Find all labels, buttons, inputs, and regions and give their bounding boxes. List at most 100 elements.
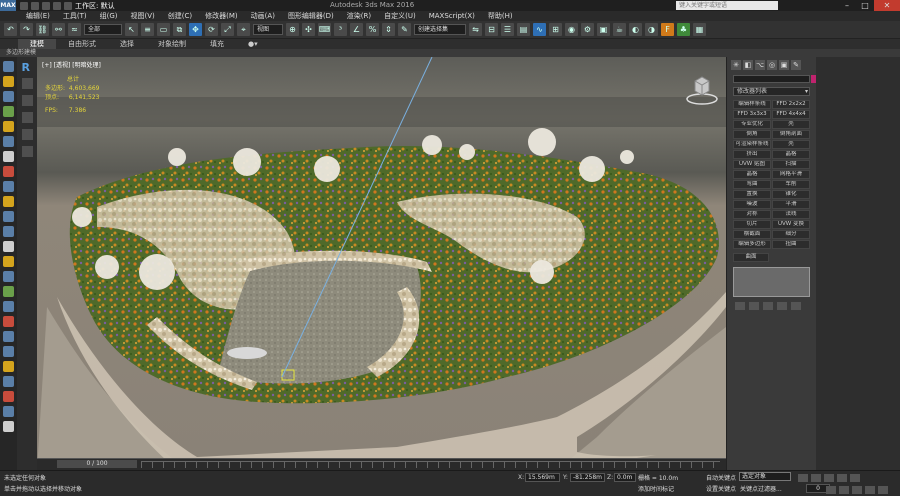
target-icon[interactable]: [3, 166, 14, 177]
airplane-icon[interactable]: [3, 181, 14, 192]
tab-freeform[interactable]: 自由形式: [56, 39, 108, 49]
light-icon[interactable]: [3, 76, 14, 87]
share-icon[interactable]: [3, 346, 14, 357]
modifier-button[interactable]: 对称: [733, 210, 771, 219]
orbit-icon[interactable]: [865, 486, 875, 494]
minimize-button[interactable]: –: [838, 0, 856, 11]
select-and-place-icon[interactable]: ⌖: [237, 23, 250, 36]
play-icon[interactable]: [824, 474, 834, 482]
tab-populate[interactable]: 填充: [198, 39, 236, 49]
create-tab-icon[interactable]: ✳: [731, 60, 741, 70]
render-logo-icon[interactable]: R: [22, 61, 33, 74]
go-to-start-icon[interactable]: [798, 474, 808, 482]
schematic-view-icon[interactable]: ⊞: [549, 23, 562, 36]
hierarchy-tab-icon[interactable]: ⌥: [755, 60, 765, 70]
heart-icon[interactable]: [3, 331, 14, 342]
pivot-center-icon[interactable]: ⊕: [286, 23, 299, 36]
reference-coordinate-dropdown[interactable]: 视图: [253, 24, 283, 35]
modifier-button[interactable]: 曲面: [733, 253, 769, 262]
bulb-icon[interactable]: [3, 121, 14, 132]
wave-icon[interactable]: [3, 301, 14, 312]
modifier-button[interactable]: 晶格: [733, 170, 771, 179]
modifier-button[interactable]: 锥化: [772, 190, 810, 199]
scene-explorer-icon[interactable]: [21, 78, 33, 89]
select-by-name-icon[interactable]: ≡: [141, 23, 154, 36]
ribbon-options-button[interactable]: ●▾: [236, 40, 270, 48]
selection-sets-dropdown[interactable]: 选定对象: [739, 472, 791, 481]
modifier-stack[interactable]: [733, 267, 810, 297]
keyboard-shortcut-icon[interactable]: ⌨: [318, 23, 331, 36]
modifier-button[interactable]: 横截面: [733, 230, 771, 239]
pin-stack-icon[interactable]: [735, 302, 745, 310]
redo-icon[interactable]: ↷: [20, 23, 33, 36]
menu-modifiers[interactable]: 修改器(M): [205, 11, 238, 21]
menu-create[interactable]: 创建(C): [168, 11, 192, 21]
modifier-button[interactable]: 扫描: [772, 160, 810, 169]
rectangular-selection-icon[interactable]: ▭: [157, 23, 170, 36]
modifier-button[interactable]: UVW 变换: [772, 220, 810, 229]
render-iterative-icon[interactable]: ◐: [629, 23, 642, 36]
spinner-snap-icon[interactable]: ⇕: [382, 23, 395, 36]
modifier-button[interactable]: 倒角: [733, 130, 771, 139]
sphere-icon[interactable]: [3, 226, 14, 237]
zoom-icon[interactable]: [826, 486, 836, 494]
selection-filter-dropdown[interactable]: 全部: [84, 24, 122, 35]
monitor-icon[interactable]: [3, 151, 14, 162]
modifier-button[interactable]: 挤出: [733, 150, 771, 159]
set-key-button[interactable]: 设置关键点: [706, 484, 736, 493]
railclone-icon[interactable]: ♣: [677, 23, 690, 36]
modifier-button[interactable]: 扭曲: [772, 240, 810, 249]
tab-object-paint[interactable]: 对象绘制: [146, 39, 198, 49]
modify-tab-icon[interactable]: ◧: [743, 60, 753, 70]
modifier-button[interactable]: 切片: [733, 220, 771, 229]
modifier-button[interactable]: 壳: [772, 120, 810, 129]
redo-icon[interactable]: [64, 1, 72, 10]
star-icon[interactable]: [3, 316, 14, 327]
add-time-tag-button[interactable]: 添加时间标记: [638, 484, 674, 493]
show-end-result-icon[interactable]: [749, 302, 759, 310]
info-icon[interactable]: [3, 406, 14, 417]
track-bar[interactable]: [141, 461, 720, 468]
app-menu-button[interactable]: MAX: [0, 0, 16, 11]
render-setup-icon[interactable]: ⚙: [581, 23, 594, 36]
align-icon[interactable]: ⊟: [485, 23, 498, 36]
material-editor-icon[interactable]: ◉: [565, 23, 578, 36]
modifier-list-dropdown[interactable]: 修改器列表 ▾: [733, 87, 810, 96]
layer-explorer-icon[interactable]: [21, 95, 33, 106]
modifier-button[interactable]: 细分: [772, 230, 810, 239]
snap-toggle-icon[interactable]: ³: [334, 23, 347, 36]
pan-icon[interactable]: [852, 486, 862, 494]
modifier-button[interactable]: 法线: [772, 210, 810, 219]
configure-sets-icon[interactable]: [791, 302, 801, 310]
menu-group[interactable]: 组(G): [100, 11, 118, 21]
modifier-button[interactable]: FFD 2x2x2: [772, 100, 810, 109]
create-geometry-icon[interactable]: [3, 61, 14, 72]
menu-edit[interactable]: 编辑(E): [26, 11, 50, 21]
maximize-viewport-icon[interactable]: [878, 486, 888, 494]
modifier-button[interactable]: FFD 3x3x3: [733, 110, 771, 119]
render-production-icon[interactable]: ☕: [613, 23, 626, 36]
menu-customize[interactable]: 自定义(U): [384, 11, 416, 21]
settings-icon[interactable]: [3, 421, 14, 432]
box-icon[interactable]: [3, 211, 14, 222]
speaker-icon[interactable]: [3, 136, 14, 147]
graphite-toolset-icon[interactable]: ▤: [517, 23, 530, 36]
display-tab-icon[interactable]: ▣: [779, 60, 789, 70]
utilities-tab-icon[interactable]: ✎: [791, 60, 801, 70]
modifier-button[interactable]: 网格平滑: [772, 170, 810, 179]
previous-frame-icon[interactable]: [811, 474, 821, 482]
select-and-scale-icon[interactable]: ⤢: [221, 23, 234, 36]
auto-key-button[interactable]: 自动关键点: [706, 473, 736, 482]
select-and-move-icon[interactable]: ✥: [189, 23, 202, 36]
perspective-viewport[interactable]: [+] [透视] [明暗处理] 总计 多边形: 4,603,669 顶点: 6,…: [37, 57, 726, 470]
maximize-button[interactable]: □: [856, 0, 874, 11]
display-icon[interactable]: [21, 129, 33, 140]
menu-animation[interactable]: 动画(A): [251, 11, 275, 21]
new-file-icon[interactable]: [20, 1, 28, 10]
camera-icon[interactable]: [3, 91, 14, 102]
unlink-icon[interactable]: ⚯: [52, 23, 65, 36]
next-frame-icon[interactable]: [837, 474, 847, 482]
modifier-button[interactable]: 编辑样条线: [733, 100, 771, 109]
hierarchy-icon[interactable]: [21, 146, 33, 157]
bind-space-warp-icon[interactable]: ≈: [68, 23, 81, 36]
